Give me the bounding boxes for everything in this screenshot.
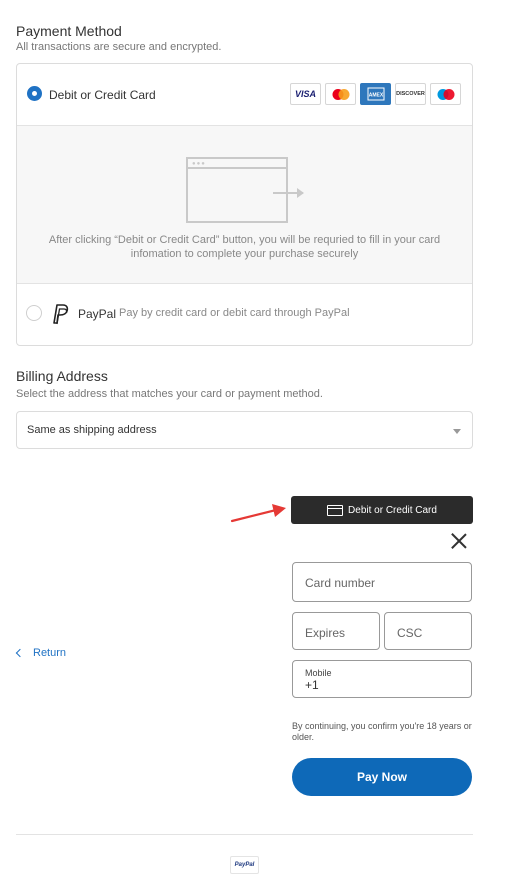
card-panel-note: After clicking “Debit or Credit Card” bu…	[48, 234, 441, 260]
debit-credit-card-button[interactable]: Debit or Credit Card	[291, 496, 473, 524]
mobile-label: Mobile	[305, 668, 332, 678]
csc-input[interactable]: CSC	[384, 612, 472, 650]
billing-address-title: Billing Address	[16, 368, 108, 384]
payment-method-subtitle: All transactions are secure and encrypte…	[16, 41, 222, 53]
browser-window-icon: ●●●	[186, 157, 288, 223]
visa-logo: VISA	[290, 83, 321, 105]
csc-placeholder: CSC	[397, 626, 423, 640]
annotation-arrow-icon	[230, 504, 286, 523]
option-card[interactable]: Debit or Credit Card VISA AMEX DISCOVER	[17, 64, 472, 125]
paypal-icon	[50, 303, 70, 325]
radio-paypal[interactable]	[26, 305, 42, 321]
pay-now-button[interactable]: Pay Now	[292, 758, 472, 796]
payment-method-title: Payment Method	[16, 23, 122, 39]
paypal-footer-logo: PayPal	[230, 856, 259, 874]
mastercard-logo	[325, 83, 356, 105]
amex-logo: AMEX	[360, 83, 391, 105]
arrow-right-icon	[273, 188, 304, 198]
option-card-label: Debit or Credit Card	[49, 88, 156, 102]
close-icon[interactable]	[449, 531, 469, 551]
mobile-input[interactable]: Mobile +1	[292, 660, 472, 698]
divider	[16, 834, 473, 835]
debit-credit-card-button-label: Debit or Credit Card	[348, 504, 437, 516]
card-info-panel: ●●● After clicking “Debit or Credit Card…	[17, 125, 472, 284]
option-paypal-label: PayPal	[78, 307, 117, 321]
card-number-placeholder: Card number	[305, 576, 376, 590]
mobile-value: +1	[305, 678, 319, 692]
card-logos: VISA AMEX DISCOVER	[290, 83, 461, 105]
card-number-input[interactable]: Card number	[292, 562, 472, 602]
age-confirmation-text: By continuing, you confirm you're 18 yea…	[292, 721, 472, 742]
chevron-down-icon	[453, 429, 461, 434]
option-paypal-description: Pay by credit card or debit card through…	[119, 307, 350, 319]
return-link[interactable]: Return	[15, 647, 67, 659]
expires-input[interactable]: Expires	[292, 612, 380, 650]
billing-address-select[interactable]: Same as shipping address	[16, 411, 473, 449]
discover-logo: DISCOVER	[395, 83, 426, 105]
billing-address-subtitle: Select the address that matches your car…	[16, 388, 323, 400]
radio-card-selected[interactable]	[27, 86, 42, 101]
credit-card-icon	[327, 504, 344, 516]
payment-method-box: Debit or Credit Card VISA AMEX DISCOVER …	[16, 63, 473, 346]
maestro-logo	[430, 83, 461, 105]
billing-address-value: Same as shipping address	[27, 424, 157, 436]
return-link-label: Return	[33, 647, 67, 659]
expires-placeholder: Expires	[305, 626, 346, 640]
option-paypal[interactable]: PayPal Pay by credit card or debit card …	[17, 284, 472, 345]
chevron-left-icon	[15, 648, 25, 658]
svg-text:AMEX: AMEX	[368, 93, 383, 99]
